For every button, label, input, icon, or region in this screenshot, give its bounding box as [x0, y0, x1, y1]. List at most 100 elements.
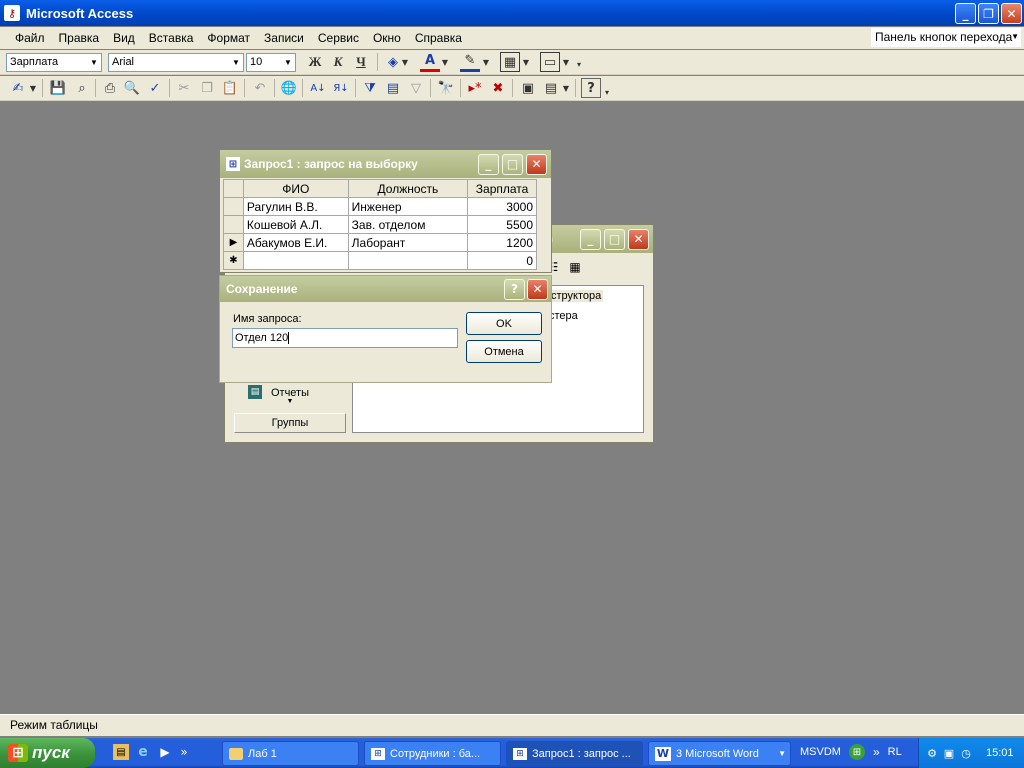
row-selector[interactable] [223, 197, 244, 216]
delete-record-icon[interactable]: ✖ [488, 78, 508, 98]
chevron-right-icon[interactable]: » [873, 745, 880, 759]
tray-item[interactable]: RL [888, 746, 902, 758]
cell-position[interactable]: Зав. отделом [347, 215, 469, 234]
maximize-icon[interactable]: □ [604, 228, 625, 250]
cell-fio[interactable]: Кошевой А.Л. [242, 215, 349, 234]
font-color-icon[interactable]: A [420, 52, 440, 72]
properties-icon[interactable]: ▣ [518, 78, 538, 98]
new-record-icon[interactable]: ✱ [223, 251, 244, 270]
menu-file[interactable]: Файл [8, 28, 52, 48]
task-word[interactable]: W 3 Microsoft Word ▼ [648, 741, 791, 766]
print-preview-icon[interactable]: 🔍 [122, 78, 142, 98]
copy-icon[interactable]: ❐ [197, 78, 217, 98]
list-item[interactable]: стера [549, 310, 578, 322]
nav-toolbar-combo[interactable]: Панель кнопок перехода ▼ [871, 28, 1021, 47]
chevron-down-icon[interactable]: ▼ [561, 78, 571, 98]
chevron-down-icon[interactable]: ▼ [521, 52, 531, 72]
sidebar-item-reports[interactable]: ▤ Отчеты ▼ [234, 385, 346, 409]
cell-fio[interactable] [242, 251, 349, 270]
menu-tools[interactable]: Сервис [311, 28, 366, 48]
special-effect-icon[interactable]: ▭ [540, 52, 560, 72]
desktop-icon[interactable]: ▤ [113, 744, 129, 760]
access-key-icon[interactable]: ⚷ [4, 5, 20, 21]
row-selector-header[interactable] [223, 179, 244, 198]
volume-icon[interactable]: ◷ [959, 746, 973, 760]
spelling-icon[interactable]: ✓ [145, 78, 165, 98]
apply-filter-icon[interactable]: ▽ [406, 78, 426, 98]
query-name-input[interactable]: Отдел 120 [232, 328, 458, 348]
filter-selection-icon[interactable]: ⧩ [360, 78, 380, 98]
current-record-icon[interactable]: ▶ [223, 233, 244, 252]
help-icon[interactable]: ? [504, 278, 525, 300]
toolbar-options-icon[interactable]: ▾ [573, 54, 585, 74]
minimize-icon[interactable]: _ [580, 228, 601, 250]
toolbar-options-icon[interactable]: ▾ [601, 82, 613, 102]
start-button[interactable]: ⊞ пуск [0, 738, 95, 768]
new-object-icon[interactable]: ▤ [541, 78, 561, 98]
media-player-icon[interactable]: ▶ [157, 744, 173, 760]
cell-position[interactable]: Лаборант [347, 233, 469, 252]
view-icon[interactable]: ✍ [8, 78, 28, 98]
cell-salary[interactable]: 5500 [467, 215, 537, 234]
help-icon[interactable]: ? [581, 78, 601, 98]
close-icon[interactable]: ✕ [1001, 3, 1022, 24]
input-method-icon[interactable]: ⊞ [848, 744, 865, 760]
new-record-icon[interactable]: ▸* [465, 78, 485, 98]
list-item[interactable]: структора [549, 290, 604, 302]
object-combo[interactable]: Зарплата ▼ [6, 53, 102, 72]
save-icon[interactable]: 💾 [48, 78, 68, 98]
cell-salary[interactable]: 0 [467, 251, 537, 270]
sort-desc-icon[interactable]: Я↓ [331, 78, 351, 98]
cell-fio[interactable]: Рагулин В.В. [242, 197, 349, 216]
cell-position[interactable] [347, 251, 469, 270]
chevron-down-icon[interactable]: ▼ [561, 52, 571, 72]
task-sotrudniki[interactable]: ⊞ Сотрудники : ба... [364, 741, 501, 766]
bold-button[interactable]: Ж [305, 52, 325, 72]
row-selector[interactable] [223, 215, 244, 234]
column-header-fio[interactable]: ФИО [242, 179, 349, 198]
details-view-icon[interactable]: ▦ [567, 259, 583, 275]
ok-button[interactable]: OK [466, 312, 542, 335]
chevron-down-icon[interactable]: ▼ [28, 78, 38, 98]
paste-icon[interactable]: 📋 [220, 78, 240, 98]
search-icon[interactable]: ⌕ [72, 78, 92, 98]
menu-window[interactable]: Окно [366, 28, 408, 48]
sort-asc-icon[interactable]: A↓ [308, 78, 328, 98]
menu-help[interactable]: Справка [408, 28, 469, 48]
undo-icon[interactable]: ↶ [250, 78, 270, 98]
sidebar-groups[interactable]: Группы [234, 413, 346, 433]
maximize-icon[interactable]: □ [502, 153, 523, 175]
menu-view[interactable]: Вид [106, 28, 142, 48]
cell-position[interactable]: Инженер [347, 197, 469, 216]
query-window-title-bar[interactable]: ⊞ Запрос1 : запрос на выборку _ □ ✕ [220, 150, 551, 178]
line-color-icon[interactable]: ✎ [460, 52, 480, 72]
display-icon[interactable]: ▣ [942, 746, 956, 760]
cell-salary[interactable]: 1200 [467, 233, 537, 252]
chevron-down-icon[interactable]: ▼ [440, 52, 450, 72]
find-icon[interactable]: 🔭 [436, 78, 456, 98]
column-header-salary[interactable]: Зарплата [467, 179, 537, 198]
save-dialog-title-bar[interactable]: Сохранение ? ✕ [220, 276, 551, 302]
cell-fio[interactable]: Абакумов Е.И. [242, 233, 349, 252]
size-combo[interactable]: 10 ▼ [246, 53, 296, 72]
filter-form-icon[interactable]: ▤ [383, 78, 403, 98]
cell-salary[interactable]: 3000 [467, 197, 537, 216]
restore-icon[interactable]: ❐ [978, 3, 999, 24]
menu-insert[interactable]: Вставка [142, 28, 201, 48]
task-query1[interactable]: ⊞ Запрос1 : запрос ... [506, 741, 643, 766]
menu-records[interactable]: Записи [257, 28, 311, 48]
cancel-button[interactable]: Отмена [466, 340, 542, 363]
font-combo[interactable]: Arial ▼ [108, 53, 244, 72]
close-icon[interactable]: ✕ [526, 153, 547, 175]
underline-button[interactable]: Ч [351, 52, 371, 72]
minimize-icon[interactable]: _ [478, 153, 499, 175]
hyperlink-icon[interactable]: 🌐 [279, 78, 299, 98]
menu-edit[interactable]: Правка [52, 28, 107, 48]
chevron-down-icon[interactable]: ▼ [400, 52, 410, 72]
chevron-down-icon[interactable]: ▼ [481, 52, 491, 72]
chevron-right-icon[interactable]: » [179, 744, 189, 760]
ie-icon[interactable]: e [135, 744, 151, 760]
cut-icon[interactable]: ✂ [174, 78, 194, 98]
network-icon[interactable]: ⚙ [925, 746, 939, 760]
italic-button[interactable]: К [328, 52, 348, 72]
